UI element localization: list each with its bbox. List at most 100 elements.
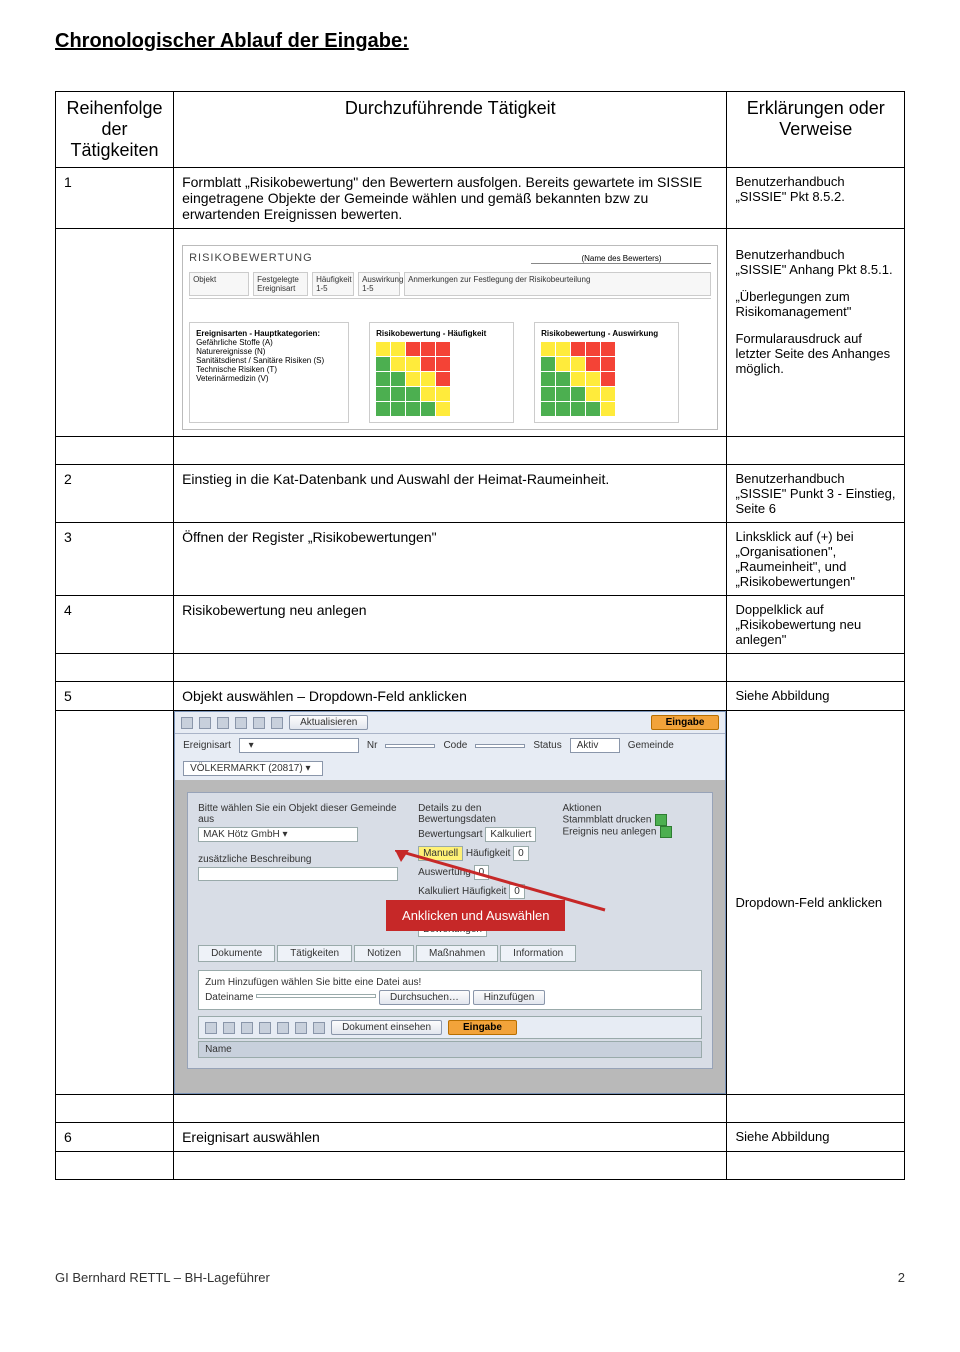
tab-massnahmen[interactable]: Maßnahmen bbox=[416, 945, 498, 962]
col-auswirkung: Auswirkung 1-5 bbox=[358, 272, 400, 296]
toolbar-icon[interactable] bbox=[277, 1022, 289, 1034]
exp-text: Formularausdruck auf letzter Seite des A… bbox=[735, 331, 896, 376]
spacer-row bbox=[56, 437, 905, 465]
activities-table: Reihenfolge der Tätigkeiten Durchzuführe… bbox=[55, 91, 905, 1180]
col-header-explanation: Erklärungen oder Verweise bbox=[727, 92, 905, 168]
row-number-empty bbox=[56, 711, 174, 1095]
code-label: Code bbox=[443, 740, 467, 751]
row-number: 1 bbox=[56, 168, 174, 229]
toolbar-icon[interactable] bbox=[181, 717, 193, 729]
print-icon[interactable] bbox=[655, 814, 667, 826]
hint-text: Zum Hinzufügen wählen Sie bitte eine Dat… bbox=[205, 977, 695, 988]
row-explanation: Benutzerhandbuch „SISSIE" Pkt 8.5.2. bbox=[727, 168, 905, 229]
table-row: 5 Objekt auswählen – Dropdown-Feld ankli… bbox=[56, 682, 905, 711]
filter-row: Ereignisart ▾ Nr Code Status Aktiv Gemei… bbox=[175, 734, 725, 780]
bewart-label: Bewertungsart bbox=[418, 829, 482, 840]
tab-information[interactable]: Information bbox=[500, 945, 576, 962]
row-explanation: Doppelklick auf „Risikobewertung neu anl… bbox=[727, 596, 905, 654]
object-prompt: Bitte wählen Sie ein Objekt dieser Gemei… bbox=[198, 803, 398, 825]
row-explanation: Benutzerhandbuch „SISSIE" Punkt 3 - Eins… bbox=[727, 465, 905, 523]
add-button[interactable]: Hinzufügen bbox=[473, 990, 546, 1005]
chart-impact: Risikobewertung - Auswirkung bbox=[534, 322, 679, 423]
col-header-order: Reihenfolge der Tätigkeiten bbox=[56, 92, 174, 168]
table-row: 1 Formblatt „Risikobewertung" den Bewert… bbox=[56, 168, 905, 229]
refresh-button[interactable]: Aktualisieren bbox=[289, 715, 368, 730]
print-action[interactable]: Stammblatt drucken bbox=[562, 815, 651, 826]
row-explanation: Benutzerhandbuch „SISSIE" Anhang Pkt 8.5… bbox=[727, 229, 905, 437]
table-header-row: Reihenfolge der Tätigkeiten Durchzuführe… bbox=[56, 92, 905, 168]
toolbar-icon[interactable] bbox=[199, 717, 211, 729]
footer-author: GI Bernhard RETTL – BH-Lageführer bbox=[55, 1270, 270, 1285]
cat-item: Veterinärmedizin (V) bbox=[196, 374, 342, 383]
new-event-action[interactable]: Ereignis neu anlegen bbox=[562, 827, 656, 838]
table-row: 2 Einstieg in die Kat-Datenbank und Ausw… bbox=[56, 465, 905, 523]
toolbar-icon[interactable] bbox=[217, 717, 229, 729]
tab-dokumente[interactable]: Dokumente bbox=[198, 945, 275, 962]
col-anmerkungen: Anmerkungen zur Festlegung der Risikobeu… bbox=[404, 272, 711, 296]
col-ereignisart: Festgelegte Ereignisart bbox=[253, 272, 308, 296]
form-title: RISIKOBEWERTUNG bbox=[189, 252, 313, 264]
page-footer: GI Bernhard RETTL – BH-Lageführer 2 bbox=[55, 1270, 905, 1285]
spacer-row bbox=[56, 1095, 905, 1123]
toolbar-icon[interactable] bbox=[313, 1022, 325, 1034]
browse-button[interactable]: Durchsuchen… bbox=[379, 990, 470, 1005]
toolbar-icon[interactable] bbox=[259, 1022, 271, 1034]
actions-title: Aktionen bbox=[562, 803, 702, 814]
callout-box: Anklicken und Auswählen bbox=[386, 900, 565, 931]
row-number: 6 bbox=[56, 1123, 174, 1152]
toolbar-icon[interactable] bbox=[295, 1022, 307, 1034]
table-row: 3 Öffnen der Register „Risikobewertungen… bbox=[56, 523, 905, 596]
toolbar-icon[interactable] bbox=[271, 717, 283, 729]
row-number: 4 bbox=[56, 596, 174, 654]
status-field[interactable]: Aktiv bbox=[570, 738, 620, 753]
table-row: RISIKOBEWERTUNG (Name des Bewerters) Obj… bbox=[56, 229, 905, 437]
table-row: 6 Ereignisart auswählen Siehe Abbildung bbox=[56, 1123, 905, 1152]
app-toolbar: Aktualisieren Eingabe bbox=[175, 712, 725, 734]
toolbar-icon[interactable] bbox=[205, 1022, 217, 1034]
spacer-row bbox=[56, 1152, 905, 1180]
toolbar-icon[interactable] bbox=[253, 717, 265, 729]
chart-title: Risikobewertung - Häufigkeit bbox=[376, 329, 486, 338]
row-explanation: Siehe Abbildung bbox=[727, 1123, 905, 1152]
tab-notizen[interactable]: Notizen bbox=[354, 945, 414, 962]
category-box: Ereignisarten - Hauptkategorien: Gefährl… bbox=[189, 322, 349, 423]
footer-page-number: 2 bbox=[898, 1270, 905, 1285]
toolbar-icon[interactable] bbox=[235, 717, 247, 729]
table-row: Aktualisieren Eingabe Ereignisart ▾ Nr C… bbox=[56, 711, 905, 1095]
add-icon[interactable] bbox=[660, 826, 672, 838]
spacer-row bbox=[56, 654, 905, 682]
tab-eingabe[interactable]: Eingabe bbox=[651, 715, 720, 730]
gemeinde-label: Gemeinde bbox=[628, 740, 674, 751]
chart-frequency: Risikobewertung - Häufigkeit bbox=[369, 322, 514, 423]
col-objekt: Objekt bbox=[189, 272, 249, 296]
col-header-activity: Durchzuführende Tätigkeit bbox=[174, 92, 727, 168]
form-columns: Objekt Festgelegte Ereignisart Häufigkei… bbox=[189, 272, 711, 296]
extra-label: zusätzliche Beschreibung bbox=[198, 854, 398, 865]
object-dropdown[interactable]: MAK Hötz GmbH ▾ bbox=[198, 827, 358, 842]
toolbar-icon[interactable] bbox=[223, 1022, 235, 1034]
row-number: 3 bbox=[56, 523, 174, 596]
table-row: 4 Risikobewertung neu anlegen Doppelklic… bbox=[56, 596, 905, 654]
view-doc-button[interactable]: Dokument einsehen bbox=[331, 1020, 442, 1035]
cat-item: Technische Risiken (T) bbox=[196, 365, 342, 374]
row-activity: Objekt auswählen – Dropdown-Feld anklick… bbox=[174, 682, 727, 711]
extra-field[interactable] bbox=[198, 867, 398, 881]
row-number: 2 bbox=[56, 465, 174, 523]
gemeinde-field[interactable]: VÖLKERMARKT (20817) ▾ bbox=[183, 761, 323, 776]
ereignisart-field[interactable]: ▾ bbox=[239, 738, 359, 753]
bewart-field[interactable]: Kalkuliert bbox=[485, 827, 536, 842]
row-activity: Ereignisart auswählen bbox=[174, 1123, 727, 1152]
dateiname-field[interactable] bbox=[256, 994, 376, 998]
category-title: Ereignisarten - Hauptkategorien: bbox=[196, 329, 320, 338]
code-field[interactable] bbox=[475, 744, 525, 748]
cat-item: Naturereignisse (N) bbox=[196, 347, 342, 356]
page-title: Chronologischer Ablauf der Eingabe: bbox=[55, 30, 905, 53]
toolbar-icon[interactable] bbox=[241, 1022, 253, 1034]
gemeinde-value: VÖLKERMARKT (20817) bbox=[190, 763, 303, 774]
status-label: Status bbox=[533, 740, 561, 751]
tab-taetigkeiten[interactable]: Tätigkeiten bbox=[277, 945, 352, 962]
exp-text: Benutzerhandbuch „SISSIE" Anhang Pkt 8.5… bbox=[735, 247, 896, 277]
nr-field[interactable] bbox=[385, 744, 435, 748]
tab-eingabe-inner[interactable]: Eingabe bbox=[448, 1020, 517, 1035]
details-title: Details zu den Bewertungsdaten bbox=[418, 803, 542, 825]
